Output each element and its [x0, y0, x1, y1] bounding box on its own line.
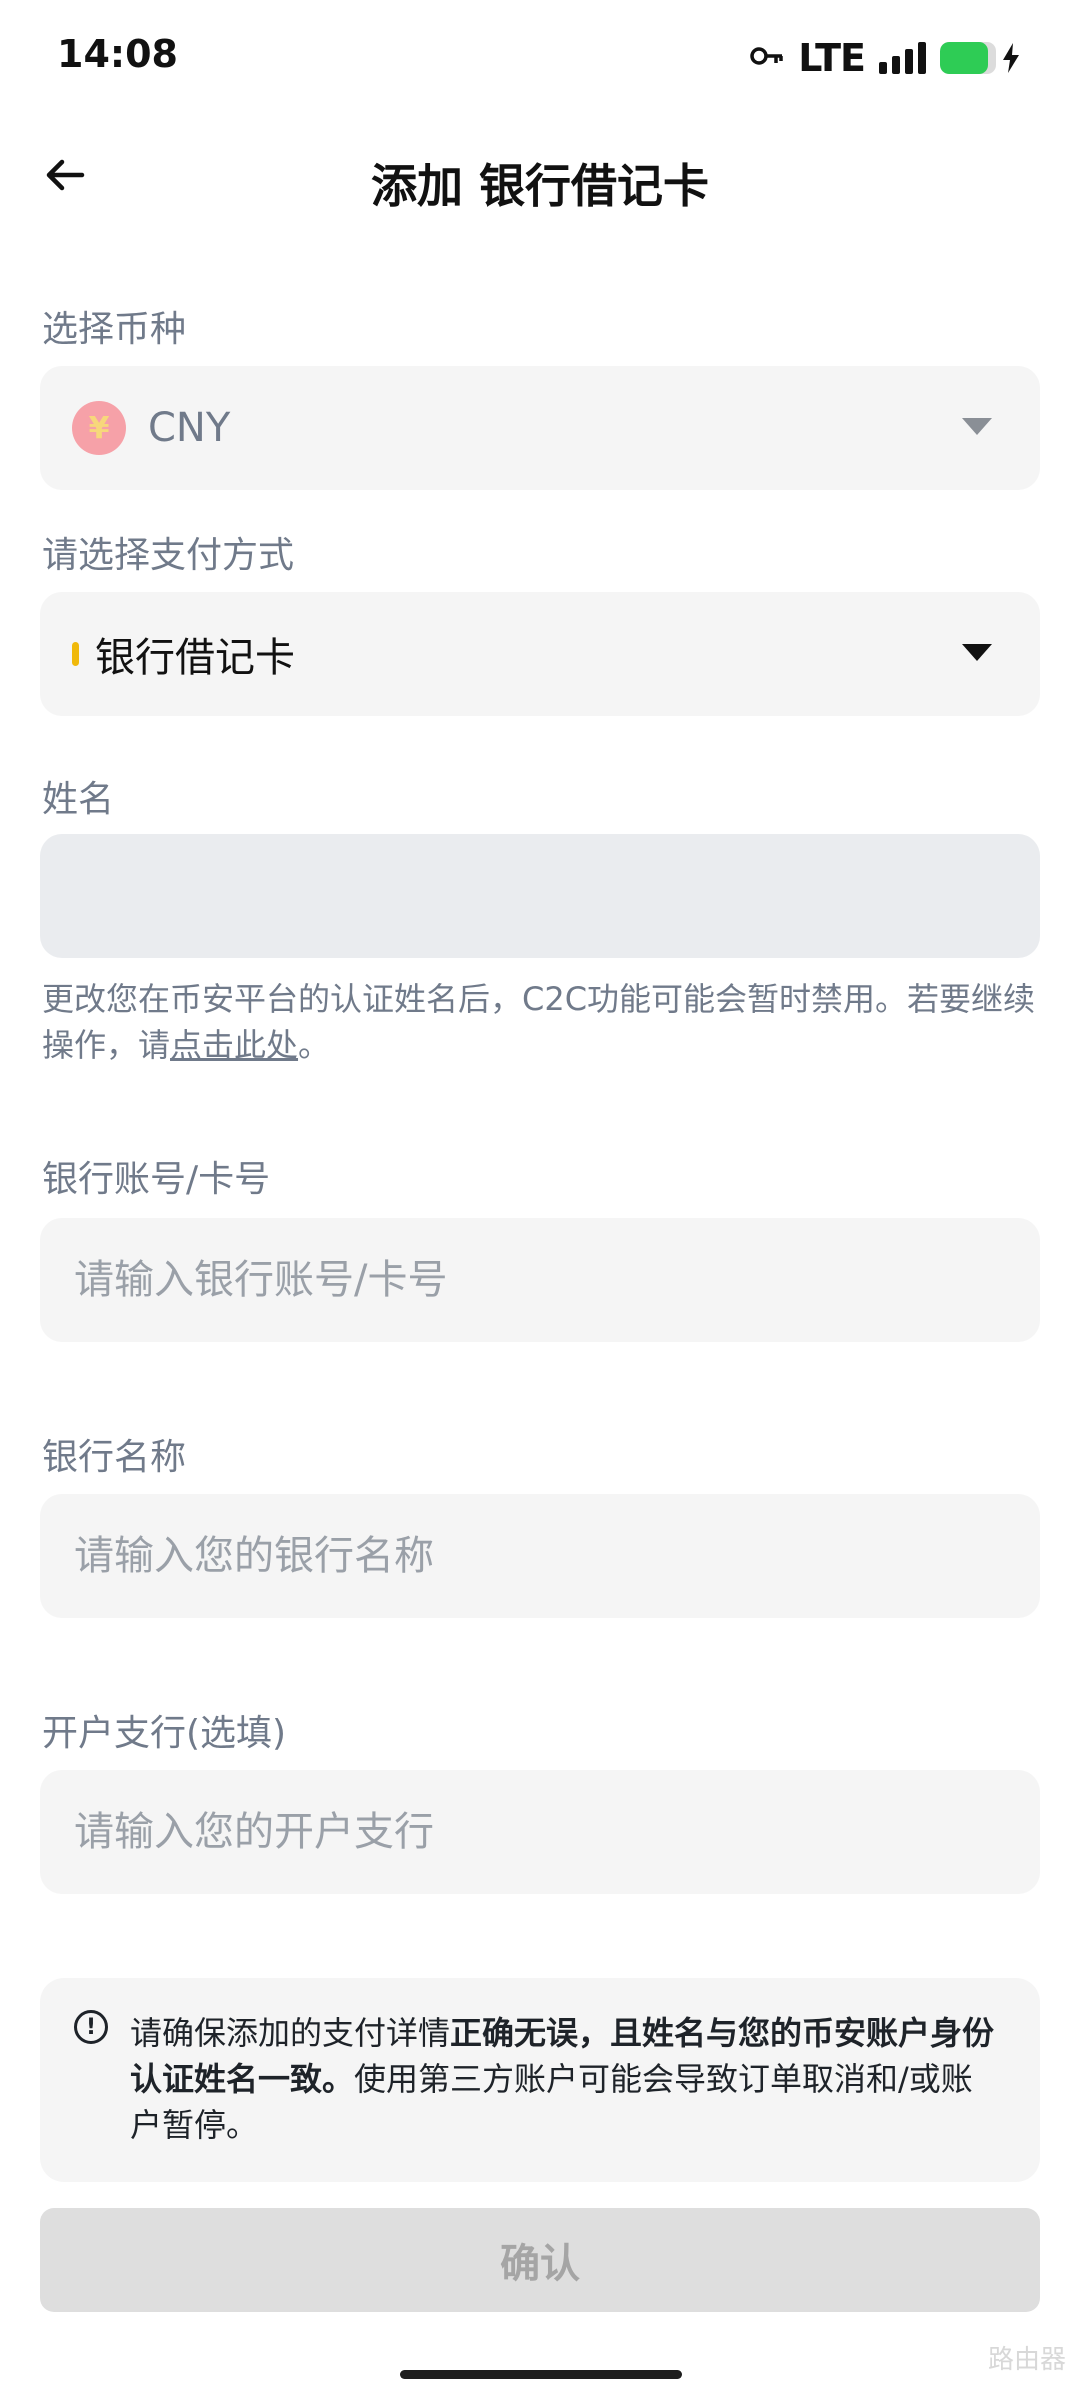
network-type: LTE [798, 36, 866, 80]
notice-text: 请确保添加的支付详情正确无误，且姓名与您的币安账户身份认证姓名一致。使用第三方账… [130, 2010, 1000, 2148]
payment-method-select[interactable]: 银行借记卡 [40, 592, 1040, 716]
currency-select[interactable]: ¥ CNY [40, 366, 1040, 490]
bank-name-label: 银行名称 [42, 1437, 187, 1478]
currency-value: CNY [148, 405, 231, 451]
status-bar: 14:08 LTE [0, 0, 1080, 116]
payment-method-label: 请选择支付方式 [42, 535, 295, 576]
battery-icon [940, 42, 1020, 74]
page-title: 添加 银行借记卡 [370, 159, 709, 213]
chevron-down-icon [962, 644, 992, 661]
watermark: 路由器 [987, 2345, 1066, 2375]
chevron-down-icon [962, 418, 992, 435]
vpn-key-icon [750, 45, 784, 71]
branch-label: 开户支行(选填) [42, 1713, 287, 1754]
name-field [40, 834, 1040, 958]
payment-method-value: 银行借记卡 [95, 635, 295, 681]
branch-input[interactable] [72, 1808, 1008, 1856]
status-time: 14:08 [57, 32, 178, 76]
bank-name-field[interactable] [40, 1494, 1040, 1618]
account-number-label: 银行账号/卡号 [42, 1159, 271, 1200]
branch-field[interactable] [40, 1770, 1040, 1894]
home-indicator[interactable] [400, 2370, 682, 2379]
bank-name-input[interactable] [72, 1532, 1008, 1580]
account-number-field[interactable] [40, 1218, 1040, 1342]
currency-label: 选择币种 [42, 309, 187, 350]
help-text-suffix: 。 [298, 1026, 331, 1064]
name-help-text: 更改您在币安平台的认证姓名后，C2C功能可能会暂时禁用。若要继续操作，请点击此处… [42, 976, 1042, 1068]
status-icons: LTE [750, 36, 1020, 80]
signal-icon [879, 42, 926, 74]
account-number-input[interactable] [72, 1256, 1008, 1304]
notice-box: ! 请确保添加的支付详情正确无误，且姓名与您的币安账户身份认证姓名一致。使用第三… [40, 1978, 1040, 2182]
exclamation-circle-icon: ! [74, 2010, 108, 2044]
header: 添加 银行借记卡 [0, 130, 1080, 220]
confirm-button[interactable]: 确认 [40, 2208, 1040, 2312]
notice-part1: 请确保添加的支付详情 [130, 2014, 451, 2052]
click-here-link[interactable]: 点击此处 [170, 1026, 298, 1064]
name-label: 姓名 [42, 779, 115, 820]
yen-icon: ¥ [72, 401, 126, 455]
payment-method-marker [72, 642, 79, 666]
